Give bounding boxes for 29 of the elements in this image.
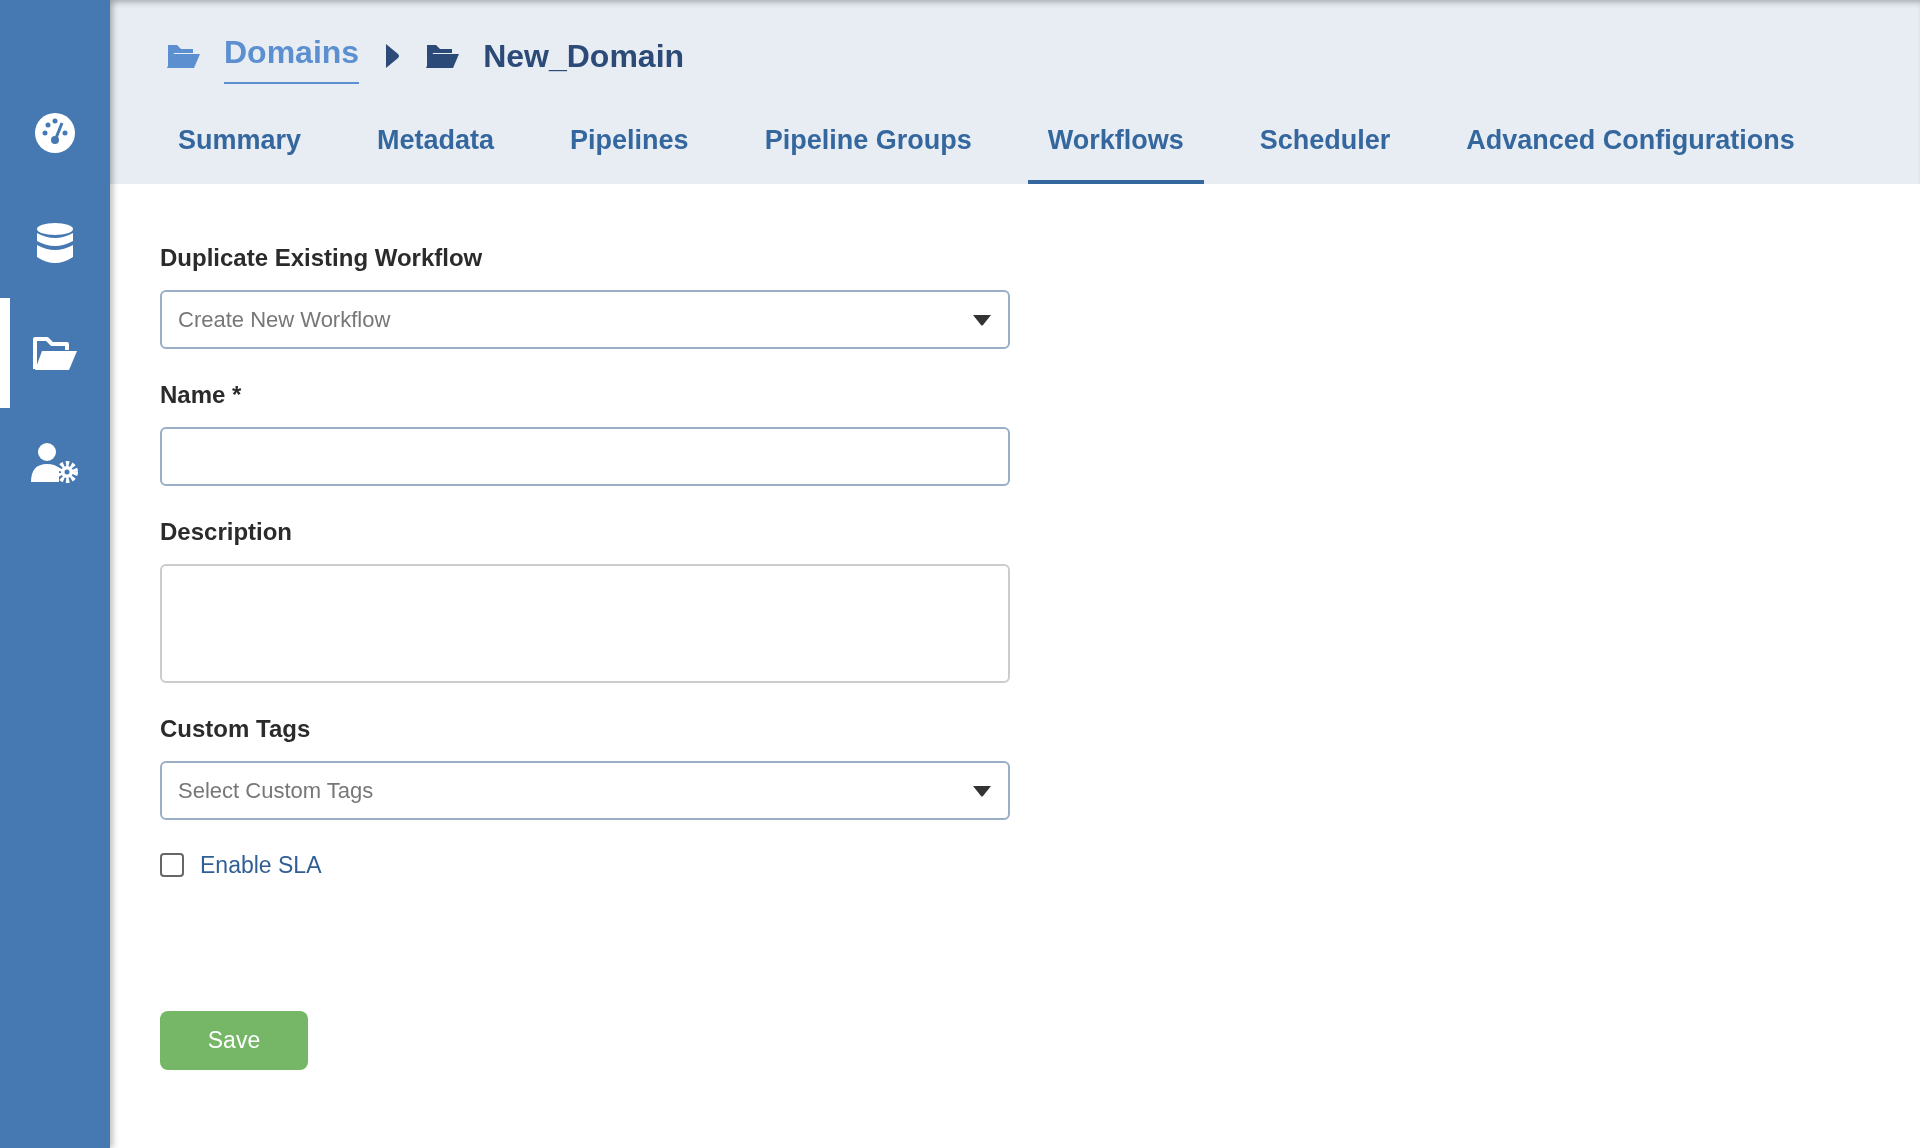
dropdown-field[interactable]: Select Custom Tags (160, 761, 1010, 820)
folder-icon (166, 43, 200, 69)
breadcrumb-current: New_Domain (483, 37, 685, 76)
field-label: Custom Tags (160, 714, 312, 744)
tab[interactable]: Pipeline Groups (744, 119, 992, 184)
user-gear-icon (30, 442, 80, 484)
tab[interactable]: Pipelines (550, 119, 709, 184)
field-label: Description (160, 517, 294, 547)
field-label: Name * (160, 380, 243, 410)
caret-right-icon (383, 41, 402, 71)
caret-down-icon (972, 313, 992, 326)
caret-down-icon (972, 784, 992, 797)
field-label: Duplicate Existing Workflow (160, 243, 484, 273)
folder-icon (32, 334, 78, 372)
dashboard-icon (33, 111, 77, 155)
dropdown-field[interactable]: Create New Workflow (160, 290, 1010, 349)
checkbox-label[interactable]: Enable SLA (200, 848, 322, 883)
tab[interactable]: Workflows (1027, 119, 1204, 184)
breadcrumb-link[interactable]: Domains (224, 28, 360, 84)
folder-icon (425, 43, 460, 69)
database-icon (36, 222, 74, 264)
text-input[interactable] (160, 427, 1010, 486)
tab[interactable]: Metadata (357, 119, 515, 184)
placeholder-text: Select Custom Tags (178, 777, 374, 805)
placeholder-text: Create New Workflow (178, 306, 391, 334)
checkbox[interactable] (160, 853, 184, 878)
tab[interactable]: Summary (158, 119, 322, 184)
tab[interactable]: Advanced Configurations (1446, 119, 1815, 184)
tab[interactable]: Scheduler (1239, 119, 1411, 184)
